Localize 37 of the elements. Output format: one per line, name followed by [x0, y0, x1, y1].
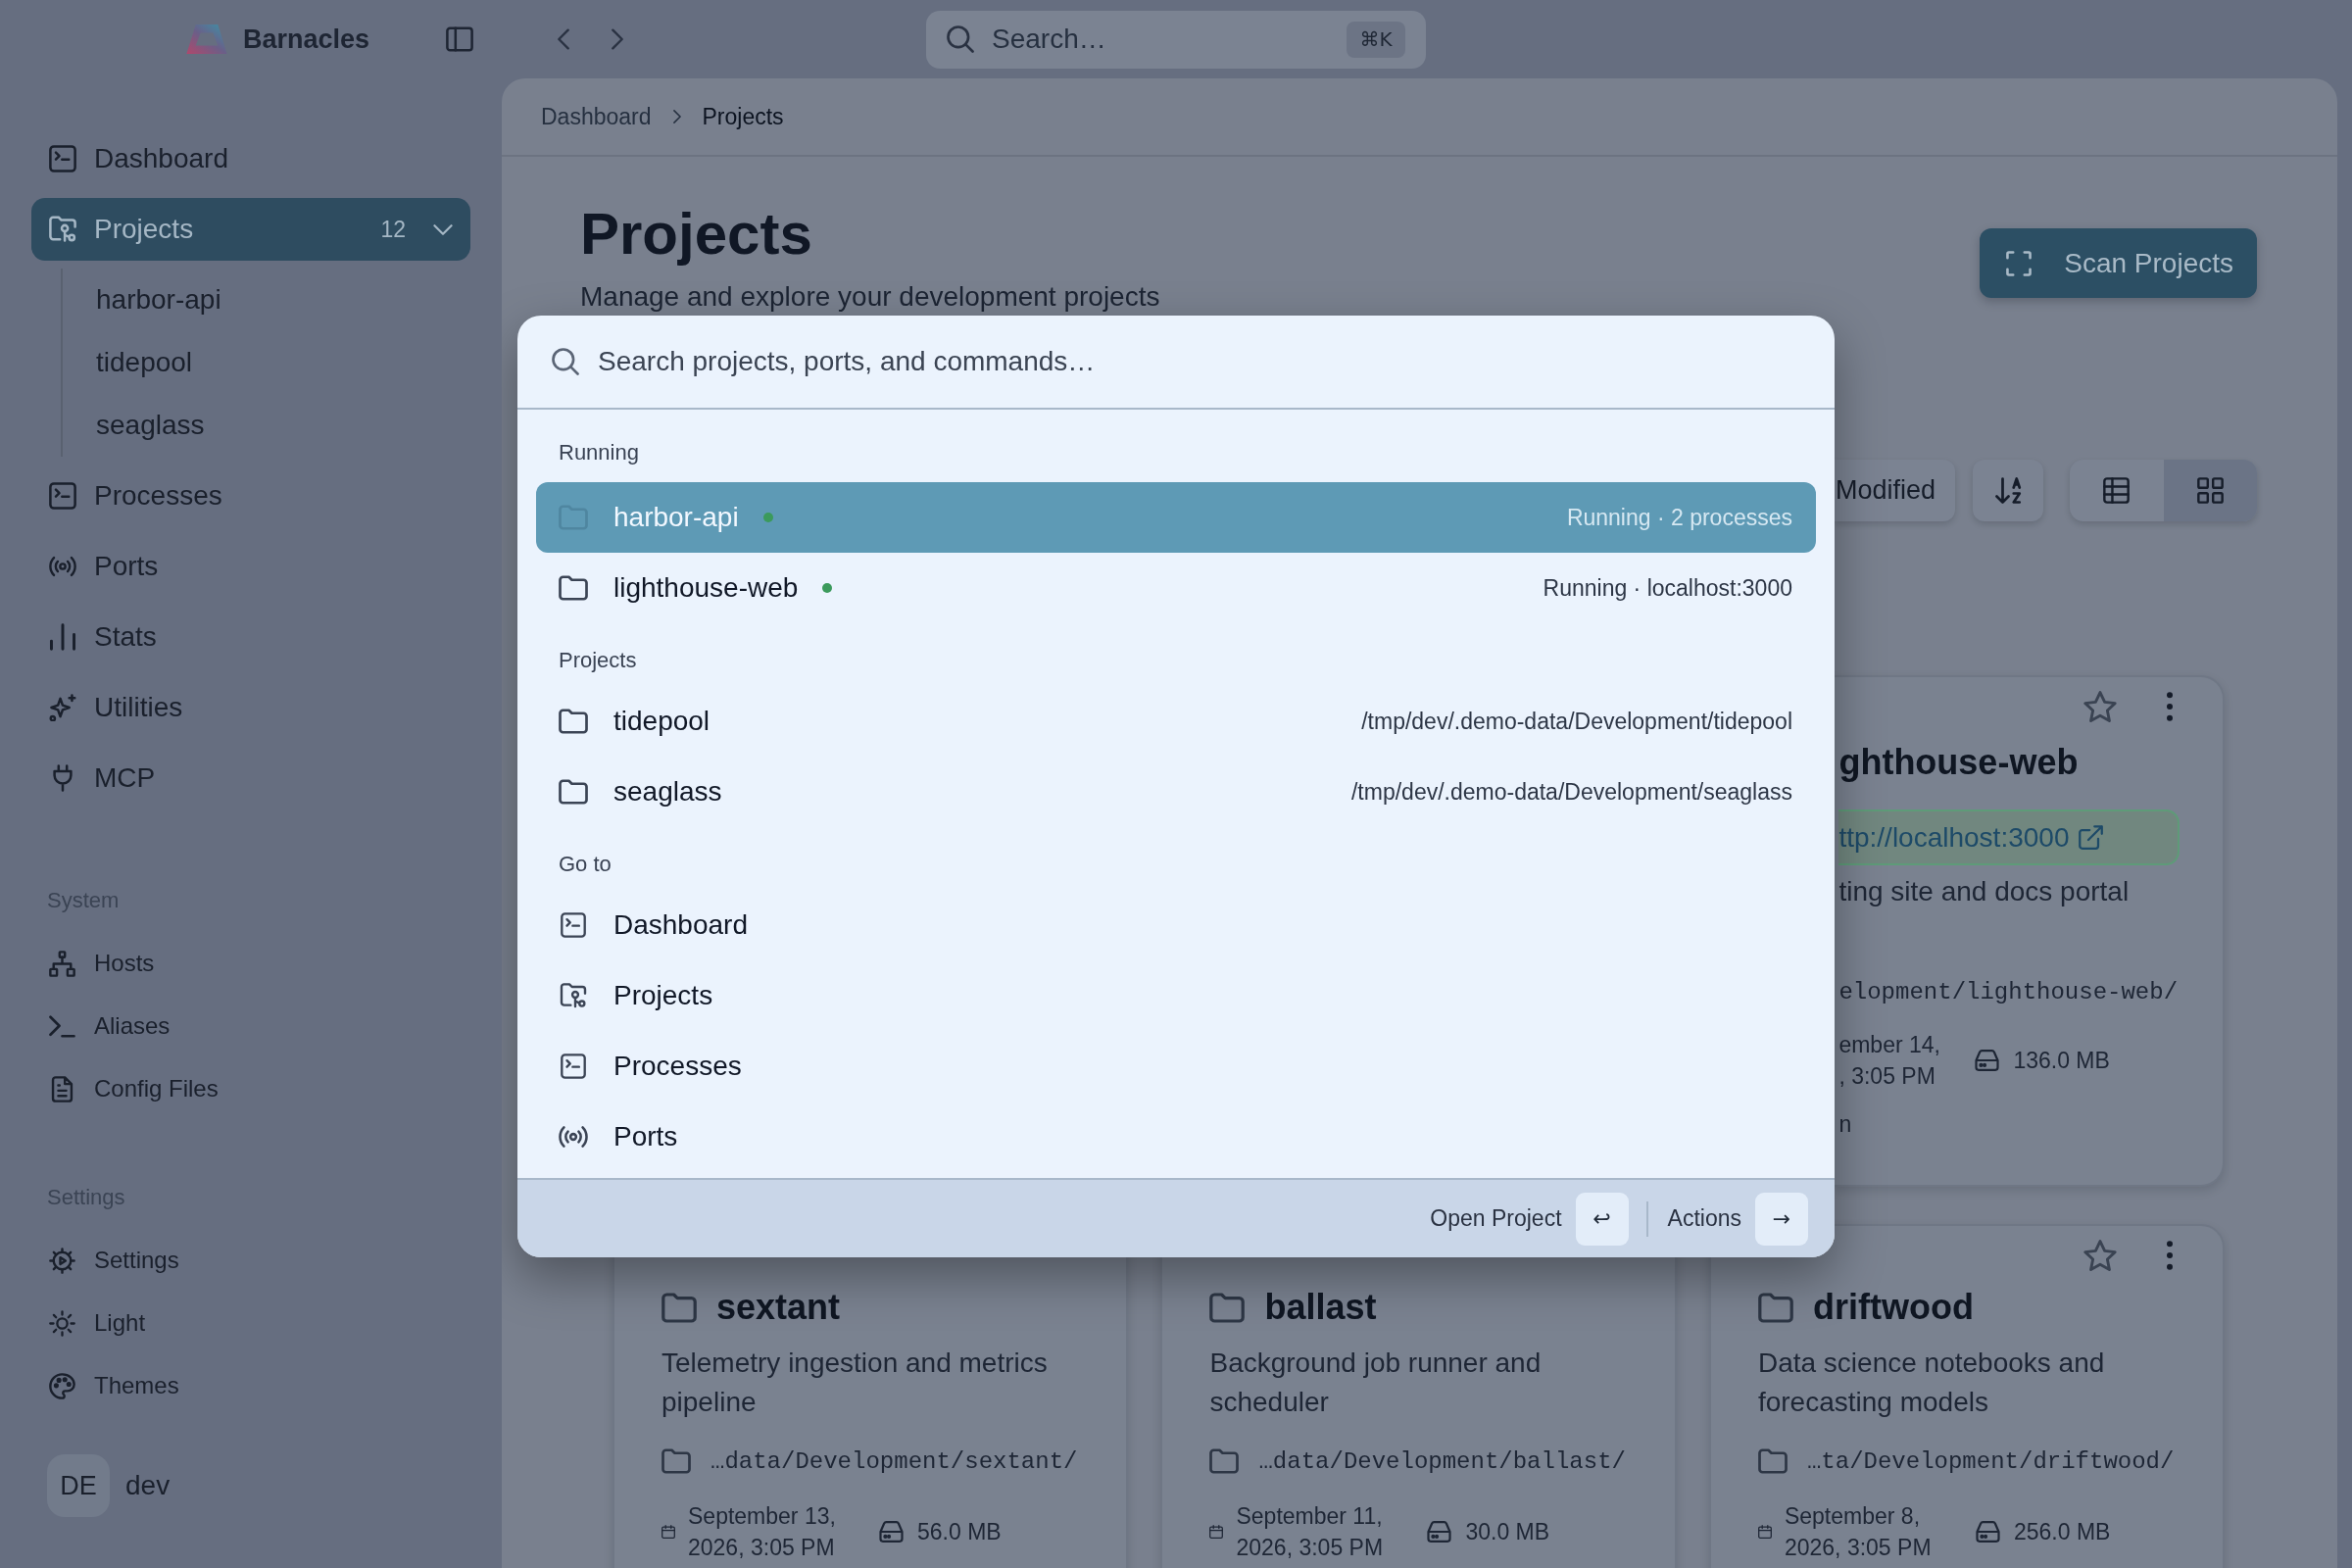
project-size: 256.0 MB: [2013, 1518, 2111, 1546]
key-cap: ↩: [1575, 1192, 1629, 1246]
page-subtitle: Manage and explore your development projects: [580, 281, 1160, 313]
modified-date: September 8, 2026, 3:05 PM: [1784, 1502, 1933, 1562]
project-path: elopment/lighthouse-web/: [1838, 978, 2179, 1005]
project-size: 30.0 MB: [1465, 1518, 1550, 1546]
group-label: Projects: [558, 647, 638, 674]
item-detail: /tmp/dev/.demo-data/Development/seaglass: [1350, 778, 1792, 806]
modified-date: ember 14, , 3:05 PM: [1838, 1031, 1941, 1091]
project-size: 136.0 MB: [2013, 1047, 2110, 1075]
card-text: n: [1838, 1110, 1853, 1139]
modified-date: September 11, 2026, 3:05 PM: [1236, 1502, 1385, 1562]
item-detail: /tmp/dev/.demo-data/Development/tidepool: [1361, 708, 1792, 735]
shortcut-hint: Open Project: [1430, 1205, 1562, 1232]
project-name: ghthouse-web: [1838, 742, 2079, 783]
project-path: …ta/Development/driftwood/: [1806, 1447, 2175, 1475]
item-detail: Running · localhost:3000: [1543, 574, 1792, 602]
project-description: Telemetry ingestion and metrics pipeline: [662, 1347, 1049, 1419]
user-name: dev: [125, 1470, 171, 1501]
project-name: sextant: [716, 1287, 841, 1328]
project-description: Data science notebooks and forecasting models: [1757, 1347, 2106, 1419]
project-name: ballast: [1264, 1287, 1377, 1328]
project-name: driftwood: [1812, 1287, 1974, 1328]
key-cap: →: [1755, 1192, 1808, 1246]
project-size: 56.0 MB: [917, 1518, 1002, 1546]
item-detail: Running · 2 processes: [1566, 504, 1792, 531]
group-label: Running: [558, 439, 640, 466]
project-description: Background job runner and scheduler: [1209, 1347, 1543, 1419]
project-path: …data/Development/ballast/: [1258, 1447, 1626, 1475]
project-path: …data/Development/sextant/: [710, 1447, 1078, 1475]
project-description: ting site and docs portal: [1838, 875, 2131, 908]
page-title: Projects: [580, 200, 813, 268]
modified-date: September 13, 2026, 3:05 PM: [688, 1502, 837, 1562]
group-label: Go to: [558, 851, 612, 878]
shortcut-key: ⌘K: [1347, 21, 1405, 58]
app-name: Barnacles: [243, 24, 370, 55]
item-count: 12: [380, 216, 406, 243]
